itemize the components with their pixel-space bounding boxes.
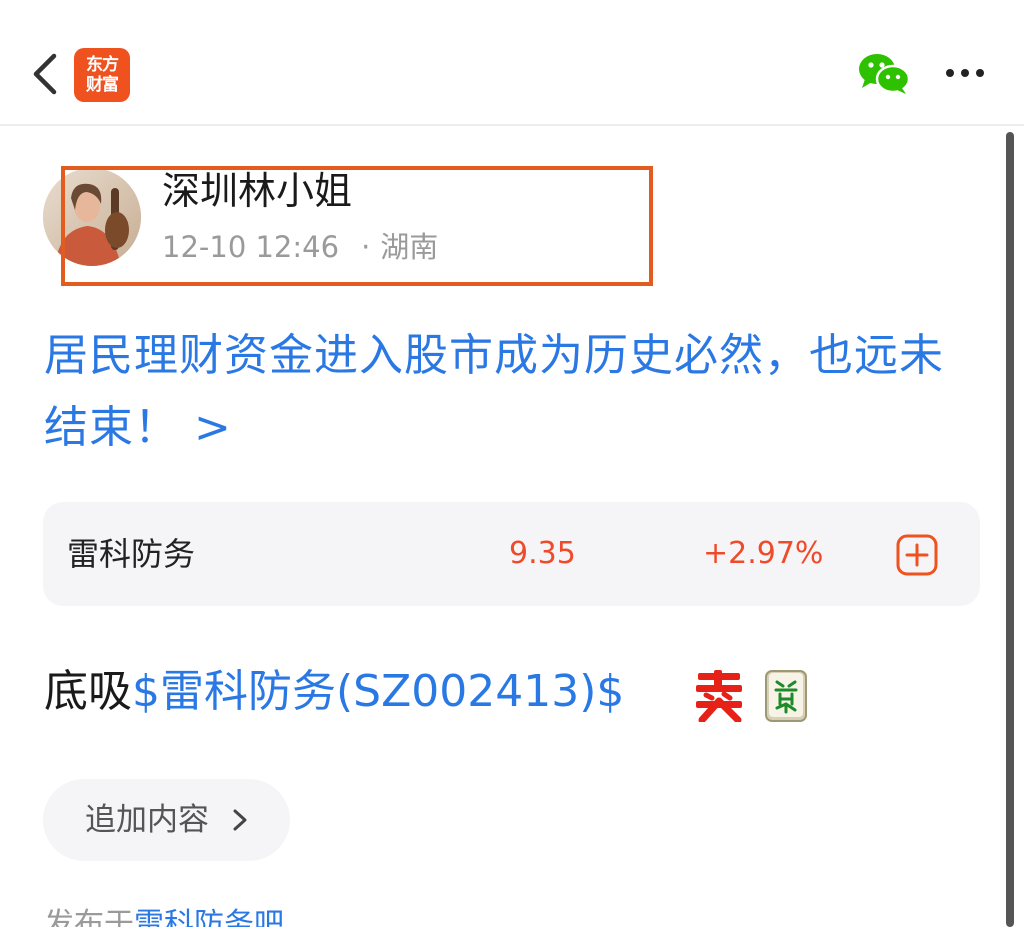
buy-emoji-icon xyxy=(692,668,746,724)
posted-in-line: 发布于雷科防务吧 xyxy=(44,903,284,927)
mahjong-fa-tile xyxy=(765,670,807,722)
scrollbar[interactable] xyxy=(1006,132,1014,927)
stock-name: 雷科防务 xyxy=(67,535,196,573)
logo-text-line1: 东方 xyxy=(86,55,119,75)
buy-emoji-glyph xyxy=(696,670,742,724)
author-avatar[interactable] xyxy=(43,168,141,266)
more-options-button[interactable] xyxy=(942,58,988,88)
fa-tile-emoji-icon xyxy=(765,670,807,722)
annotation-highlight-box xyxy=(61,166,653,286)
post-body: 底吸$雷科防务(SZ002413)$ xyxy=(44,662,624,722)
chevron-right-icon xyxy=(233,809,247,831)
post-body-text: 底吸 xyxy=(44,666,132,717)
app-logo[interactable]: 东方 财富 xyxy=(74,48,130,102)
stock-bar-link[interactable]: 雷科防务吧 xyxy=(134,907,284,927)
stock-mention-link[interactable]: $雷科防务(SZ002413)$ xyxy=(132,666,624,717)
wechat-share-button[interactable] xyxy=(857,52,911,96)
meta-separator: · xyxy=(361,230,371,264)
back-button[interactable] xyxy=(22,48,70,100)
append-content-button[interactable]: 追加内容 xyxy=(43,779,290,861)
top-navigation-bar: 东方 财富 xyxy=(0,0,1024,126)
plus-square-icon xyxy=(896,534,938,576)
stock-price: 9.35 xyxy=(509,536,576,571)
author-name[interactable]: 深圳林小姐 xyxy=(162,167,352,215)
append-content-label: 追加内容 xyxy=(85,802,209,838)
posted-in-prefix: 发布于 xyxy=(44,907,134,927)
post-location: 湖南 xyxy=(380,230,439,264)
post-meta: 12-10 12:46 · 湖南 xyxy=(162,227,438,267)
logo-text-line2: 财富 xyxy=(86,75,119,95)
post-detail-page: 东方 财富 深圳林小姐 12-10 12:46 · 湖南 居民理财资金进入股市成… xyxy=(0,0,1024,927)
more-dots-icon xyxy=(946,69,984,77)
stock-change-percent: +2.97% xyxy=(703,536,824,571)
wechat-icon xyxy=(859,54,911,94)
chevron-left-icon xyxy=(33,53,57,95)
avatar-photo xyxy=(43,168,141,266)
post-title-link[interactable]: 居民理财资金进入股市成为历史必然，也远未结束！ > xyxy=(44,320,984,464)
add-to-watchlist-button[interactable] xyxy=(896,534,938,576)
post-date: 12-10 12:46 xyxy=(162,230,340,264)
stock-quote-card[interactable]: 雷科防务 9.35 +2.97% xyxy=(43,502,980,606)
